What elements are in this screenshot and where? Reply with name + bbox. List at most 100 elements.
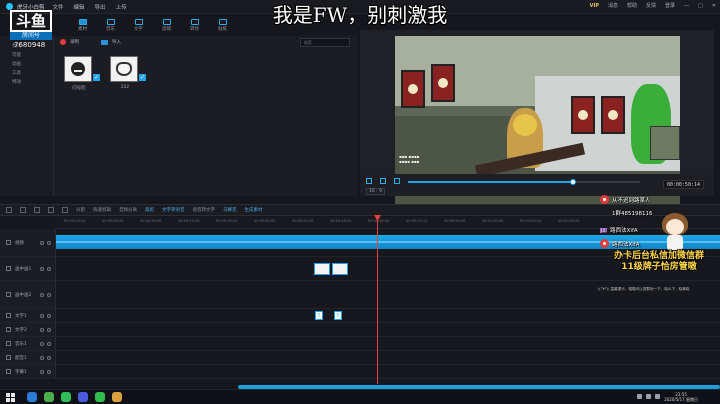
visibility-icon[interactable] bbox=[47, 313, 51, 318]
play-icon[interactable] bbox=[366, 178, 372, 184]
menu-edit[interactable]: 编辑 bbox=[74, 3, 85, 11]
menu-export[interactable]: 导出 bbox=[95, 3, 106, 11]
lock-icon[interactable] bbox=[40, 292, 44, 297]
ruler-tick: 00:00:33:10 bbox=[178, 219, 200, 223]
timeline-track[interactable]: 音乐1 bbox=[0, 337, 720, 351]
menu-file[interactable]: 文件 bbox=[53, 3, 64, 11]
track-type-icon bbox=[6, 292, 11, 297]
messenger-icon[interactable] bbox=[95, 392, 105, 402]
stop-icon[interactable] bbox=[380, 178, 386, 184]
tab-text[interactable]: 文字 bbox=[134, 18, 143, 32]
progress-handle[interactable] bbox=[569, 179, 576, 185]
timeline-tool[interactable]: 分割 bbox=[76, 207, 85, 213]
lock-icon[interactable] bbox=[40, 355, 44, 360]
tool-icon[interactable] bbox=[48, 207, 54, 213]
text-clip[interactable]: T bbox=[315, 311, 323, 320]
timeline-track[interactable]: 文字1 T T bbox=[0, 309, 720, 323]
timeline-tool[interactable]: 音频分离 bbox=[119, 207, 137, 213]
lock-icon[interactable] bbox=[40, 327, 44, 332]
chat-line: 从不迟到路某人 bbox=[600, 195, 651, 204]
nav-item-maybe[interactable]: 可能 bbox=[0, 51, 53, 60]
visibility-icon[interactable] bbox=[47, 266, 51, 271]
maximize-icon[interactable]: □ bbox=[698, 3, 703, 9]
track-label: 文字1 bbox=[15, 313, 27, 319]
timeline-tool[interactable]: 快速剪辑 bbox=[93, 207, 111, 213]
visibility-icon[interactable] bbox=[47, 292, 51, 297]
text-clip[interactable]: T bbox=[334, 311, 342, 320]
media-library: 录制 导入 搜索 ✓ 问号脸 ✓ 222 bbox=[54, 36, 358, 196]
timeline-tool[interactable]: 文字转语音 bbox=[162, 207, 185, 213]
tool-icon[interactable] bbox=[20, 207, 26, 213]
clock[interactable]: 23:55 2020/5/17 星期日 bbox=[664, 392, 698, 402]
visibility-icon[interactable] bbox=[47, 327, 51, 332]
folder-app-icon[interactable] bbox=[112, 392, 122, 402]
editor-app-icon[interactable] bbox=[78, 392, 88, 402]
timeline-track[interactable]: 配音1 bbox=[0, 351, 720, 365]
chat-notice: \(°∀°)/ 温馨提示，喵喵可以进群玩一下，晓么下，晓事晓 bbox=[598, 287, 690, 291]
volume-icon[interactable] bbox=[646, 394, 651, 399]
douyu-watermark: 斗鱼 房间号 7680948 bbox=[10, 10, 52, 49]
timeline-tool[interactable]: 马赛克 bbox=[223, 207, 237, 213]
tool-icon[interactable] bbox=[6, 207, 12, 213]
title-bar-right: VIP 消息 帮助 反馈 登录 — □ ✕ bbox=[590, 2, 716, 10]
lock-icon[interactable] bbox=[40, 240, 44, 245]
timeline-tool[interactable]: 裁剪 bbox=[145, 207, 154, 213]
nav-item-effects[interactable]: 特效 bbox=[0, 78, 53, 87]
aspect-ratio-select[interactable]: 16 : 9 bbox=[366, 188, 385, 195]
login-link[interactable]: 登录 bbox=[665, 2, 675, 9]
tab-sticker[interactable]: 贴纸 bbox=[218, 18, 227, 32]
visibility-icon[interactable] bbox=[47, 341, 51, 346]
pip-clip[interactable] bbox=[332, 263, 348, 275]
pip-clip[interactable] bbox=[314, 263, 330, 275]
vip-badge[interactable]: VIP bbox=[590, 3, 599, 9]
visibility-icon[interactable] bbox=[47, 355, 51, 360]
chat-app-icon[interactable] bbox=[61, 392, 71, 402]
lock-icon[interactable] bbox=[40, 313, 44, 318]
search-app-icon[interactable] bbox=[27, 392, 37, 402]
feedback-link[interactable]: 反馈 bbox=[646, 2, 656, 9]
help-link[interactable]: 帮助 bbox=[627, 2, 637, 9]
tab-media[interactable]: 素材 bbox=[78, 18, 87, 32]
timeline-tool[interactable]: 生成素材 bbox=[245, 207, 263, 213]
media-grid: ✓ 问号脸 ✓ 222 bbox=[64, 56, 146, 91]
timeline-track[interactable]: 字幕1 bbox=[0, 365, 720, 379]
system-tray bbox=[637, 394, 660, 399]
track-type-icon bbox=[6, 341, 11, 346]
visibility-icon[interactable] bbox=[47, 240, 51, 245]
fullscreen-icon[interactable] bbox=[394, 178, 400, 184]
playback-progress[interactable] bbox=[408, 179, 640, 185]
search-input[interactable]: 搜索 bbox=[300, 38, 350, 47]
timeline-tool[interactable]: 语音转文字 bbox=[193, 207, 216, 213]
check-icon[interactable]: ✓ bbox=[139, 74, 146, 81]
wechat-icon[interactable] bbox=[44, 392, 54, 402]
lock-icon[interactable] bbox=[40, 341, 44, 346]
lock-icon[interactable] bbox=[40, 369, 44, 374]
import-button[interactable]: 导入 bbox=[101, 39, 121, 45]
ruler-tick: 00:00:53:10 bbox=[406, 219, 428, 223]
tab-transition[interactable]: 转场 bbox=[190, 18, 199, 32]
game-hud: ▪▪▪ ▪▪▪▪ ▪▪▪▪ ▪▪▪ bbox=[399, 154, 420, 164]
nav-item-tools[interactable]: 工具 bbox=[0, 69, 53, 78]
app-logo-icon bbox=[6, 3, 13, 10]
tool-icon[interactable] bbox=[62, 207, 68, 213]
visibility-icon[interactable] bbox=[47, 369, 51, 374]
timeline-track[interactable]: 文字2 bbox=[0, 323, 720, 337]
minimize-icon[interactable]: — bbox=[684, 3, 689, 9]
network-icon[interactable] bbox=[637, 394, 642, 399]
lock-icon[interactable] bbox=[40, 266, 44, 271]
record-button[interactable]: 录制 bbox=[60, 39, 79, 45]
menu-upload[interactable]: 上传 bbox=[116, 3, 127, 11]
media-item[interactable]: ✓ 问号脸 bbox=[64, 56, 100, 91]
media-item[interactable]: ✓ 222 bbox=[110, 56, 146, 91]
windows-start-icon[interactable] bbox=[6, 392, 15, 402]
ime-icon[interactable] bbox=[655, 394, 660, 399]
chat-line: 路西法XifA bbox=[600, 239, 640, 248]
check-icon[interactable]: ✓ bbox=[93, 74, 100, 81]
nav-item-animation[interactable]: 动画 bbox=[0, 60, 53, 69]
close-icon[interactable]: ✕ bbox=[712, 3, 716, 9]
playhead[interactable] bbox=[377, 216, 378, 384]
messages-link[interactable]: 消息 bbox=[608, 2, 618, 9]
tab-music[interactable]: 音乐 bbox=[106, 18, 115, 32]
tab-filter[interactable]: 滤镜 bbox=[162, 18, 171, 32]
tool-icon[interactable] bbox=[34, 207, 40, 213]
